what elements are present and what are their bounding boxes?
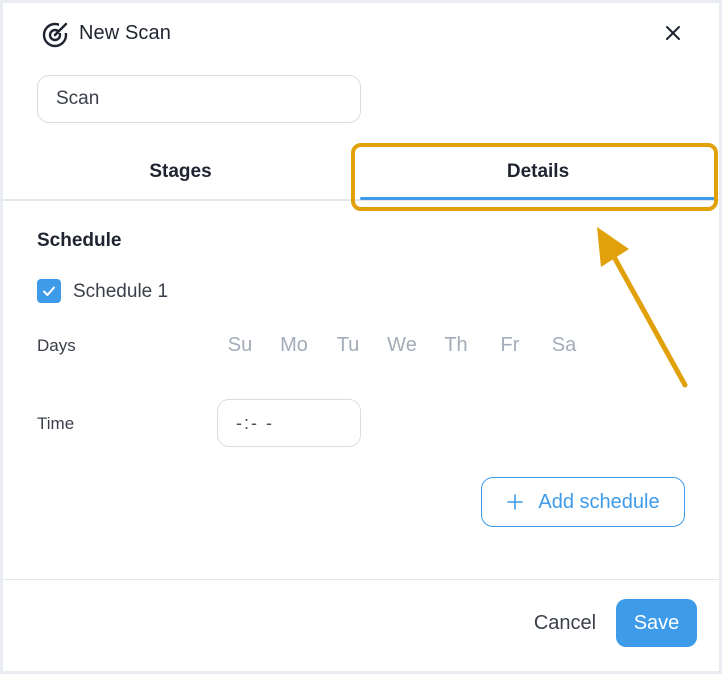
day-friday[interactable]: Fr [488,334,532,357]
time-input[interactable]: -:- - [217,399,361,447]
days-label: Days [37,336,76,355]
tab-bar: Stages Details [3,143,719,201]
dialog-title: New Scan [79,22,171,44]
add-schedule-label: Add schedule [538,490,660,513]
plus-icon [507,494,524,510]
day-monday[interactable]: Mo [272,334,316,357]
save-button[interactable]: Save [616,599,697,647]
day-wednesday[interactable]: We [380,334,424,357]
checkmark-icon [43,286,55,296]
close-icon [666,26,680,40]
schedule-item-label: Schedule 1 [73,281,169,302]
cancel-button[interactable]: Cancel [525,607,605,639]
time-label: Time [37,414,75,433]
tab-stages[interactable]: Stages [3,143,358,201]
scan-radar-icon [42,22,69,48]
schedule-section-title: Schedule [37,230,122,251]
day-thursday[interactable]: Th [434,334,478,357]
active-tab-indicator [360,197,716,200]
close-button[interactable] [659,19,687,47]
tab-details[interactable]: Details [360,143,716,201]
footer-divider [3,579,719,580]
day-tuesday[interactable]: Tu [326,334,370,357]
add-schedule-button[interactable]: Add schedule [481,477,685,527]
day-saturday[interactable]: Sa [542,334,586,357]
day-sunday[interactable]: Su [218,334,262,357]
schedule-checkbox[interactable] [37,279,61,303]
pointer-arrow-icon [597,227,688,388]
new-scan-dialog: New Scan Stages Details Schedule Schedul… [3,3,719,671]
scan-name-input[interactable] [37,75,361,123]
dialog-header: New Scan [3,3,719,67]
